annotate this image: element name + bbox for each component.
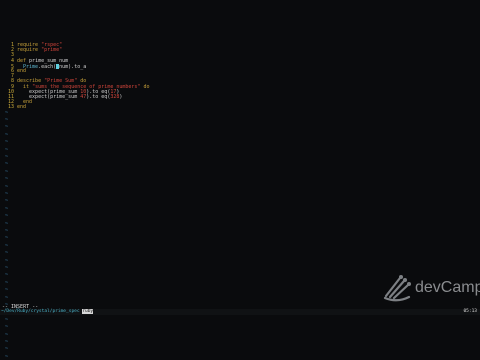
code-text: expect(prime_sum 47).to eq(328) <box>17 94 122 100</box>
empty-line-tilde: ~ <box>5 331 9 338</box>
empty-line-tilde: ~ <box>5 294 9 301</box>
devcamp-logo: devCamp <box>380 270 480 306</box>
empty-line-tilde: ~ <box>5 220 9 227</box>
empty-line-tilde: ~ <box>5 191 9 197</box>
code-token: do <box>143 83 150 90</box>
empty-line-tilde: ~ <box>5 287 9 294</box>
empty-line-tilde: ~ <box>5 257 9 264</box>
code-token: prime_sum <box>29 57 60 64</box>
empty-line-tilde: ~ <box>5 109 9 116</box>
status-filetype: ruby <box>82 309 94 314</box>
empty-line-tilde: ~ <box>5 198 9 205</box>
code-token: ).to eq( <box>86 94 111 100</box>
empty-line-tilde: ~ <box>5 339 9 345</box>
empty-line-tilde: ~ <box>5 272 9 279</box>
empty-line-tilde: ~ <box>5 316 9 323</box>
empty-line-tilde: ~ <box>5 242 9 249</box>
empty-line-tilde: ~ <box>5 176 9 183</box>
status-bar: ~/Dev/Ruby/crystal/prime_spec ruby 05:13 <box>0 309 480 315</box>
empty-line-tilde: ~ <box>5 117 9 123</box>
devcamp-logo-icon <box>383 275 411 302</box>
code-token: end <box>17 104 27 111</box>
code-text: def prime_sum num <box>17 58 68 64</box>
status-path-text: ~/Dev/Ruby/crystal/prime_spec <box>1 309 80 314</box>
code-editor[interactable]: 1 require "rspec" 2 require "prime" 3 4 def pr… <box>0 42 480 359</box>
empty-line-tilde: ~ <box>5 324 9 331</box>
empty-line-tilde: ~ <box>5 131 9 138</box>
empty-line-tilde: ~ <box>5 353 9 360</box>
empty-line-tilde: ~ <box>5 139 9 146</box>
empty-line-tilde: ~ <box>5 154 9 160</box>
code-token: end <box>17 68 27 74</box>
code-token: ) <box>119 94 123 100</box>
status-cursor-position: 05:13 <box>463 309 477 314</box>
code-token: require <box>17 47 42 54</box>
code-text: end <box>17 68 26 74</box>
empty-line-tilde: ~ <box>5 183 9 190</box>
status-file-path: ~/Dev/Ruby/crystal/prime_spec ruby <box>1 309 94 315</box>
empty-line-tilde: ~ <box>5 250 9 257</box>
empty-line-tilde: ~ <box>5 228 9 234</box>
empty-line-tilde: ~ <box>5 265 9 271</box>
empty-line-tilde: ~ <box>5 346 9 353</box>
empty-line-tilde: ~ <box>5 205 9 212</box>
empty-line-tilde: ~ <box>5 168 9 175</box>
code-token: "prime" <box>41 47 63 54</box>
empty-line-tilde: ~ <box>5 279 9 286</box>
code-text: end <box>17 104 26 110</box>
empty-line-tilde: ~ <box>5 235 9 242</box>
code-line[interactable]: 13 end <box>0 105 480 110</box>
empty-line-tilde: ~ <box>5 124 9 131</box>
code-token: def <box>17 57 30 64</box>
empty-line-tilde: ~ <box>5 161 9 168</box>
code-text: require "prime" <box>17 47 62 53</box>
code-token: num <box>59 57 69 64</box>
devcamp-logo-text: devCamp <box>415 279 480 296</box>
empty-line-tilde: ~ <box>5 146 9 153</box>
empty-line-tilde: ~ <box>5 213 9 220</box>
